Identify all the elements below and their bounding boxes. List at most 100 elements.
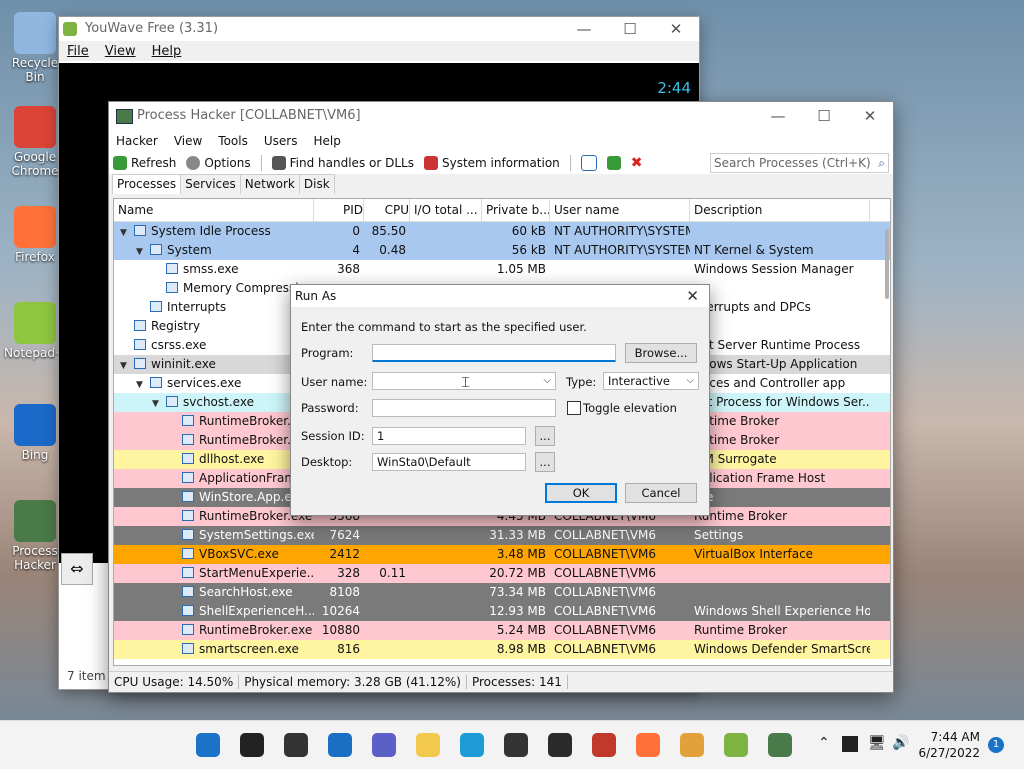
tab-processes[interactable]: Processes xyxy=(112,174,182,194)
ok-button[interactable]: OK xyxy=(545,483,617,503)
menu-help[interactable]: Help xyxy=(313,134,340,148)
tab-disk[interactable]: Disk xyxy=(298,174,335,194)
network-icon[interactable]: 🖥 xyxy=(868,735,886,751)
task-view-icon[interactable] xyxy=(284,733,308,757)
options-button[interactable]: Options xyxy=(186,156,251,170)
tab-services[interactable]: Services xyxy=(180,174,241,194)
col-name[interactable]: Name xyxy=(114,199,314,221)
tray-app-icon[interactable] xyxy=(842,736,858,752)
terminate-icon[interactable]: ✖ xyxy=(631,155,643,171)
system-clock[interactable]: 7:44 AM 6/27/2022 xyxy=(918,729,980,761)
terminal-icon[interactable] xyxy=(548,733,572,757)
toggle-elevation-checkbox[interactable] xyxy=(567,401,581,415)
process-name-cell: RuntimeBroker.e xyxy=(114,412,314,431)
notification-badge[interactable]: 1 xyxy=(988,737,1004,753)
menu-view[interactable]: View xyxy=(174,134,202,148)
tree-toggle-icon[interactable]: ▼ xyxy=(136,376,146,393)
store-icon[interactable] xyxy=(504,733,528,757)
process-icon xyxy=(166,396,178,407)
firefox-icon[interactable] xyxy=(636,733,660,757)
process-icon xyxy=(182,643,194,654)
desktop-icon-1[interactable]: Google Chrome xyxy=(4,106,66,178)
table-row[interactable]: smartscreen.exe 816 8.98 MB COLLABNET\VM6 Wi… xyxy=(114,640,890,659)
table-row[interactable]: ShellExperienceH... 10264 12.93 MB COLLABNE… xyxy=(114,602,890,621)
type-select[interactable]: Interactive ⌵ xyxy=(603,372,699,390)
table-row[interactable]: smss.exe 368 1.05 MB Windows Session Manage… xyxy=(114,260,890,279)
tab-network[interactable]: Network xyxy=(239,174,300,194)
window-icon[interactable] xyxy=(580,155,597,171)
android-icon[interactable] xyxy=(724,733,748,757)
vertical-scrollbar[interactable] xyxy=(885,229,889,299)
program-input[interactable] xyxy=(372,344,616,362)
table-row[interactable]: ▼ System 4 0.48 56 kB NT AUTHORITY\SYSTEM NT K… xyxy=(114,241,890,260)
process-name-cell: smartscreen.exe xyxy=(114,640,314,659)
find-handles-button[interactable]: Find handles or DLLs xyxy=(271,156,414,170)
chat-icon[interactable] xyxy=(372,733,396,757)
run-as-dialog[interactable]: Run As ✕ Enter the command to start as t… xyxy=(290,284,710,516)
maximize-icon[interactable]: ☐ xyxy=(607,17,653,41)
col-description[interactable]: Description xyxy=(690,199,870,221)
chevron-up-icon[interactable]: ⌃ xyxy=(818,735,830,751)
maximize-icon[interactable]: ☐ xyxy=(801,102,847,130)
search-icon[interactable] xyxy=(240,733,264,757)
menu-view[interactable]: View xyxy=(105,44,136,59)
browse-button[interactable]: Browse... xyxy=(625,343,697,363)
table-row[interactable]: RuntimeBroker.exe 10880 5.24 MB COLLABNET\V… xyxy=(114,621,890,640)
session-browse-button[interactable]: ... xyxy=(535,426,555,446)
colorful-icon[interactable] xyxy=(680,733,704,757)
desktop-input[interactable]: WinSta0\Default xyxy=(372,453,526,471)
file-explorer-icon[interactable] xyxy=(416,733,440,757)
process-hacker-icon[interactable] xyxy=(768,733,792,757)
volume-icon[interactable]: 🔊 xyxy=(892,735,909,751)
table-row[interactable]: VBoxSVC.exe 2412 3.48 MB COLLABNET\VM6 Virtu… xyxy=(114,545,890,564)
menu-users[interactable]: Users xyxy=(264,134,298,148)
search-input[interactable]: Search Processes (Ctrl+K) ⌕ xyxy=(710,153,889,173)
desktop-browse-button[interactable]: ... xyxy=(535,452,555,472)
widgets-icon[interactable] xyxy=(328,733,352,757)
tree-toggle-icon[interactable]: ▼ xyxy=(120,357,130,374)
desktop-icon-4[interactable]: Bing xyxy=(4,404,66,462)
minimize-icon[interactable]: — xyxy=(755,102,801,130)
filezilla-icon[interactable] xyxy=(592,733,616,757)
refresh-button[interactable]: Refresh xyxy=(113,156,176,170)
desktop-icon-2[interactable]: Firefox xyxy=(4,206,66,264)
desktop-icon-5[interactable]: Process Hacker xyxy=(4,500,66,572)
desktop-icon-3[interactable]: Notepad++ xyxy=(4,302,75,360)
table-row[interactable]: SystemSettings.exe 7624 31.33 MB COLLABNET\… xyxy=(114,526,890,545)
toggle-elevation-label[interactable]: Toggle elevation xyxy=(583,401,677,415)
tree-toggle-icon[interactable]: ▼ xyxy=(120,224,130,241)
tree-toggle-icon[interactable]: ▼ xyxy=(152,395,162,412)
youwave-titlebar[interactable]: YouWave Free (3.31) — ☐ ✕ xyxy=(59,17,699,41)
dialog-titlebar[interactable]: Run As ✕ xyxy=(291,285,709,307)
edge-icon[interactable] xyxy=(460,733,484,757)
cancel-button[interactable]: Cancel xyxy=(625,483,697,503)
ph-titlebar[interactable]: Process Hacker [COLLABNET\VM6] — ☐ ✕ xyxy=(109,102,893,130)
password-input[interactable] xyxy=(372,399,556,417)
swap-icon[interactable]: ⇔ xyxy=(61,553,93,585)
menu-help[interactable]: Help xyxy=(152,44,182,59)
table-row[interactable]: StartMenuExperie... 328 0.11 20.72 MB COLLAB… xyxy=(114,564,890,583)
chevron-down-icon[interactable]: ⌵ xyxy=(686,373,694,389)
search-icon[interactable]: ⌕ xyxy=(878,154,885,172)
minimize-icon[interactable]: — xyxy=(561,17,607,41)
close-icon[interactable]: ✕ xyxy=(686,285,699,307)
system-information-button[interactable]: System information xyxy=(423,156,560,170)
col-io[interactable]: I/O total ... xyxy=(410,199,482,221)
close-icon[interactable]: ✕ xyxy=(653,17,699,41)
chevron-down-icon[interactable]: ⌵ xyxy=(543,373,551,389)
col-pid[interactable]: PID xyxy=(314,199,364,221)
tree-toggle-icon[interactable]: ▼ xyxy=(136,243,146,260)
col-cpu[interactable]: CPU xyxy=(364,199,410,221)
menu-tools[interactable]: Tools xyxy=(218,134,248,148)
session-id-input[interactable]: 1 xyxy=(372,427,526,445)
menu-file[interactable]: File xyxy=(67,44,89,59)
close-icon[interactable]: ✕ xyxy=(847,102,893,130)
table-row[interactable]: SearchHost.exe 8108 73.34 MB COLLABNET\VM6 xyxy=(114,583,890,602)
menu-hacker[interactable]: Hacker xyxy=(116,134,158,148)
col-user-name[interactable]: User name xyxy=(550,199,690,221)
desktop-icon-0[interactable]: Recycle Bin xyxy=(4,12,66,84)
window-arrow-icon[interactable] xyxy=(606,156,621,170)
col-private-bytes[interactable]: Private b... xyxy=(482,199,550,221)
start-icon[interactable] xyxy=(196,733,220,757)
table-row[interactable]: ▼ System Idle Process 0 85.50 60 kB NT AUTHOR… xyxy=(114,222,890,241)
